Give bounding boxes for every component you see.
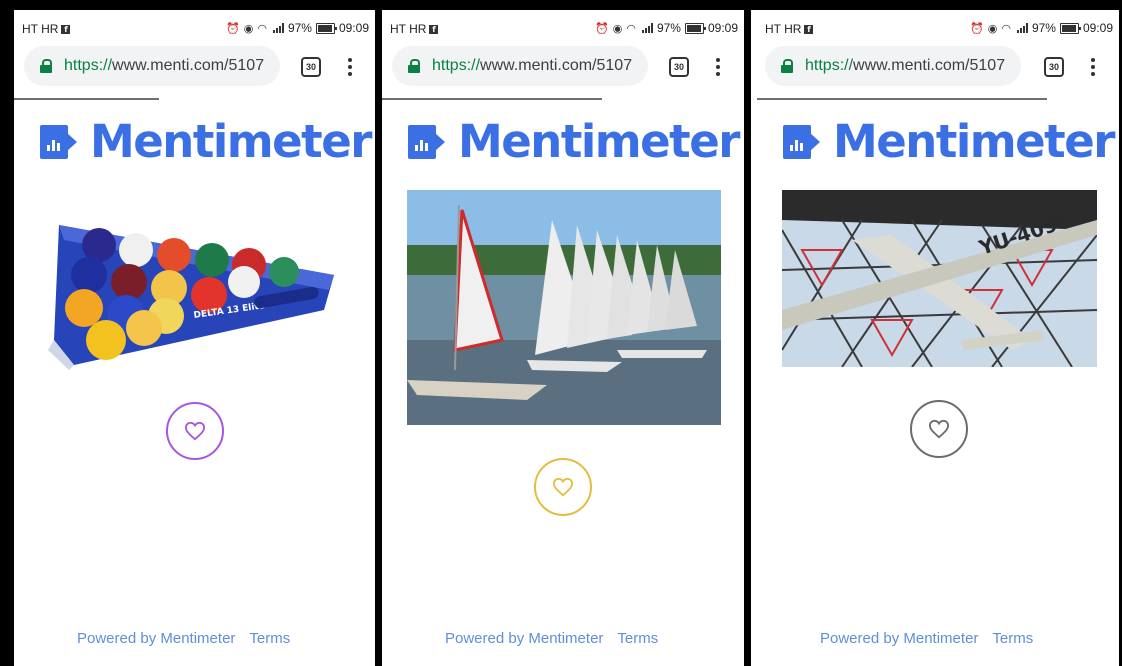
eye-icon: ◉ (987, 21, 998, 35)
lock-icon (781, 59, 793, 73)
menu-icon[interactable] (716, 58, 720, 76)
battery-icon (1059, 22, 1081, 34)
page-load-progress (757, 98, 1047, 100)
heart-button[interactable] (534, 458, 592, 516)
powered-by-link[interactable]: Powered by Mentimeter (445, 630, 603, 647)
heart-icon (184, 421, 206, 441)
battery-percent: 97% (287, 21, 312, 35)
status-bar: HT HR f ⏰ ◉ ◠ 97% 09:09 (14, 10, 375, 40)
status-bar: HT HR f ⏰ ◉ ◠ 97% 09:09 (751, 10, 1119, 40)
logo-text: Mentimeter (833, 115, 1115, 168)
terms-link[interactable]: Terms (617, 630, 658, 647)
heart-button[interactable] (166, 402, 224, 460)
url-text[interactable]: https://www.menti.com/5107 (805, 57, 1005, 75)
mentimeter-logo: Mentimeter (783, 115, 1115, 168)
phone-screen-1: HT HR f ⏰ ◉ ◠ 97% 09:09 https://www.menti… (14, 10, 375, 666)
url-bar[interactable]: https://www.menti.com/5107 (392, 46, 648, 86)
powered-by-link[interactable]: Powered by Mentimeter (77, 630, 235, 647)
mentimeter-logo-icon (40, 124, 77, 159)
menu-icon[interactable] (348, 58, 352, 76)
billiard-rack-image[interactable]: DELTA 13 Elite (44, 200, 344, 370)
wifi-icon: ◠ (257, 21, 267, 35)
wifi-icon: ◠ (1001, 21, 1011, 35)
status-time: 09:09 (338, 21, 369, 35)
lock-icon (408, 59, 420, 73)
facebook-icon: f (429, 24, 439, 34)
heart-icon (552, 477, 574, 497)
url-bar[interactable]: https://www.menti.com/5107 (24, 46, 280, 86)
phone-screen-2: HT HR f ⏰ ◉ ◠ 97% 09:09 https://www.menti… (382, 10, 744, 666)
phone-screen-3: HT HR f ⏰ ◉ ◠ 97% 09:09 https://www.menti… (751, 10, 1119, 666)
mentimeter-logo: Mentimeter (40, 115, 372, 168)
alarm-icon: ⏰ (226, 21, 240, 35)
carrier-label: HT HR (390, 22, 427, 36)
battery-percent: 97% (1031, 21, 1056, 35)
page-load-progress (382, 98, 602, 100)
tab-switcher-icon[interactable]: 30 (1044, 57, 1064, 77)
status-time: 09:09 (707, 21, 738, 35)
facebook-icon: f (61, 24, 71, 34)
heart-button[interactable] (910, 400, 968, 458)
page-load-progress (14, 98, 159, 100)
menu-icon[interactable] (1091, 58, 1095, 76)
wifi-icon: ◠ (626, 21, 636, 35)
battery-icon (315, 22, 337, 34)
tab-switcher-icon[interactable]: 30 (669, 57, 689, 77)
battery-percent: 97% (656, 21, 681, 35)
url-text[interactable]: https://www.menti.com/5107 (432, 57, 632, 75)
facebook-icon: f (804, 24, 814, 34)
signal-icon (1016, 23, 1028, 33)
mentimeter-logo-icon (783, 124, 820, 159)
carrier-label: HT HR (765, 22, 802, 36)
mentimeter-logo-icon (408, 124, 445, 159)
mentimeter-logo: Mentimeter (408, 115, 740, 168)
status-bar: HT HR f ⏰ ◉ ◠ 97% 09:09 (382, 10, 744, 40)
terms-link[interactable]: Terms (249, 630, 290, 647)
signal-icon (641, 23, 653, 33)
glider-image[interactable]: YU-4096 (782, 190, 1097, 367)
url-text[interactable]: https://www.menti.com/5107 (64, 57, 264, 75)
eye-icon: ◉ (612, 21, 623, 35)
url-bar[interactable]: https://www.menti.com/5107 (765, 46, 1021, 86)
footer: Powered by Mentimeter Terms (77, 630, 304, 647)
heart-icon (928, 419, 950, 439)
sailboats-image[interactable] (407, 190, 721, 425)
terms-link[interactable]: Terms (992, 630, 1033, 647)
footer: Powered by Mentimeter Terms (445, 630, 672, 647)
carrier-label: HT HR (22, 22, 59, 36)
status-time: 09:09 (1082, 21, 1113, 35)
footer: Powered by Mentimeter Terms (820, 630, 1047, 647)
lock-icon (40, 59, 52, 73)
alarm-icon: ⏰ (595, 21, 609, 35)
tab-switcher-icon[interactable]: 30 (301, 57, 321, 77)
alarm-icon: ⏰ (970, 21, 984, 35)
logo-text: Mentimeter (90, 115, 372, 168)
eye-icon: ◉ (243, 21, 254, 35)
signal-icon (272, 23, 284, 33)
battery-icon (684, 22, 706, 34)
powered-by-link[interactable]: Powered by Mentimeter (820, 630, 978, 647)
logo-text: Mentimeter (458, 115, 740, 168)
